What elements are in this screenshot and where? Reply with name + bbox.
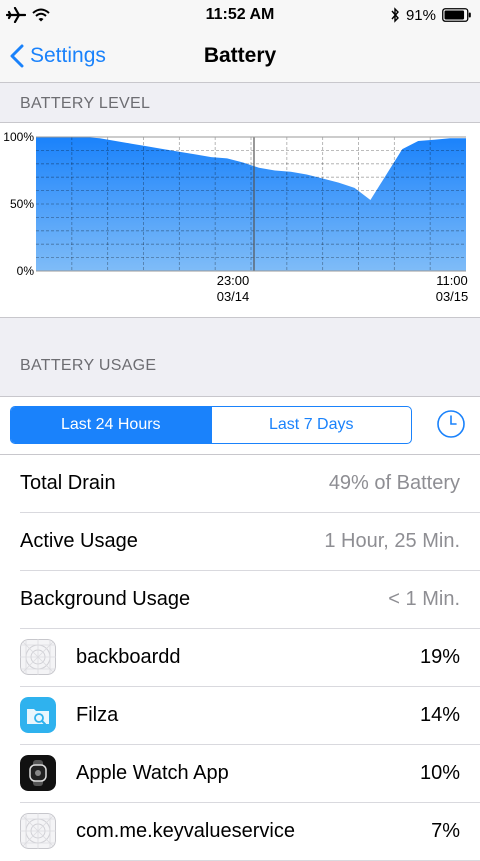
usage-period-segmented-control: Last 24 Hours Last 7 Days	[10, 406, 412, 444]
app-usage-percent: 19%	[419, 646, 460, 668]
placeholder-app-icon	[20, 639, 56, 675]
app-name: com.me.keyvalueservice	[76, 820, 295, 842]
app-row-filza[interactable]: Filza 14%	[20, 687, 480, 745]
app-name: Apple Watch App	[76, 762, 229, 784]
battery-usage-section-header: BATTERY USAGE	[20, 357, 157, 374]
battery-level-section-header: BATTERY LEVEL	[20, 95, 151, 112]
list-row-background-usage: Background Usage < 1 Min.	[20, 571, 480, 629]
row-label: Total Drain	[20, 472, 116, 494]
tab-last-7-days[interactable]: Last 7 Days	[210, 407, 412, 443]
placeholder-app-icon	[20, 813, 56, 849]
y-tick-label: 50%	[10, 197, 34, 211]
app-usage-percent: 10%	[419, 762, 460, 784]
back-button-label: Settings	[30, 44, 106, 67]
battery-usage-list: Total Drain 49% of Battery Active Usage …	[0, 454, 480, 861]
row-value: 49% of Battery	[328, 472, 460, 494]
list-row-active-usage: Active Usage 1 Hour, 25 Min.	[20, 513, 480, 571]
app-row-backboardd[interactable]: backboardd 19%	[20, 629, 480, 687]
x-tick-date-label: 03/15	[436, 289, 469, 304]
row-value: 1 Hour, 25 Min.	[324, 530, 460, 552]
status-bar: 11:52 AM 91%	[0, 0, 480, 30]
bluetooth-icon	[391, 7, 399, 23]
app-row-apple-watch[interactable]: Apple Watch App 10%	[20, 745, 480, 803]
list-row-total-drain: Total Drain 49% of Battery	[20, 455, 480, 513]
navigation-bar: Settings Battery	[0, 30, 480, 83]
clock-icon[interactable]	[436, 409, 466, 439]
apple-watch-icon	[20, 755, 56, 791]
app-usage-percent: 7%	[431, 820, 460, 842]
x-tick-date-label: 03/14	[217, 289, 250, 304]
filza-folder-icon	[20, 697, 56, 733]
x-tick-time-label: 23:00	[217, 273, 250, 288]
app-row-keyvalueservice[interactable]: com.me.keyvalueservice 7%	[20, 803, 480, 861]
battery-icon	[442, 8, 471, 22]
usage-period-panel: Last 24 Hours Last 7 Days	[0, 396, 480, 455]
battery-level-chart-panel: 100% 50% 0% 23:00 03/14 11:00 03/15	[0, 122, 480, 318]
app-name: backboardd	[76, 646, 181, 668]
row-value: < 1 Min.	[388, 588, 460, 610]
app-usage-percent: 14%	[419, 704, 460, 726]
battery-level-chart: 100% 50% 0% 23:0003/14 11:0003/15	[3, 130, 469, 304]
back-button[interactable]: Settings	[10, 30, 106, 82]
tab-last-24-hours[interactable]: Last 24 Hours	[11, 407, 211, 443]
battery-percent: 91%	[405, 6, 436, 24]
x-tick-time-label: 11:00	[436, 273, 468, 288]
app-name: Filza	[76, 704, 119, 726]
row-label: Background Usage	[20, 588, 191, 610]
chevron-left-icon	[10, 44, 24, 68]
row-label: Active Usage	[20, 530, 138, 552]
y-tick-label: 0%	[17, 264, 35, 278]
status-right: 91%	[390, 6, 472, 24]
y-tick-label: 100%	[3, 130, 34, 144]
